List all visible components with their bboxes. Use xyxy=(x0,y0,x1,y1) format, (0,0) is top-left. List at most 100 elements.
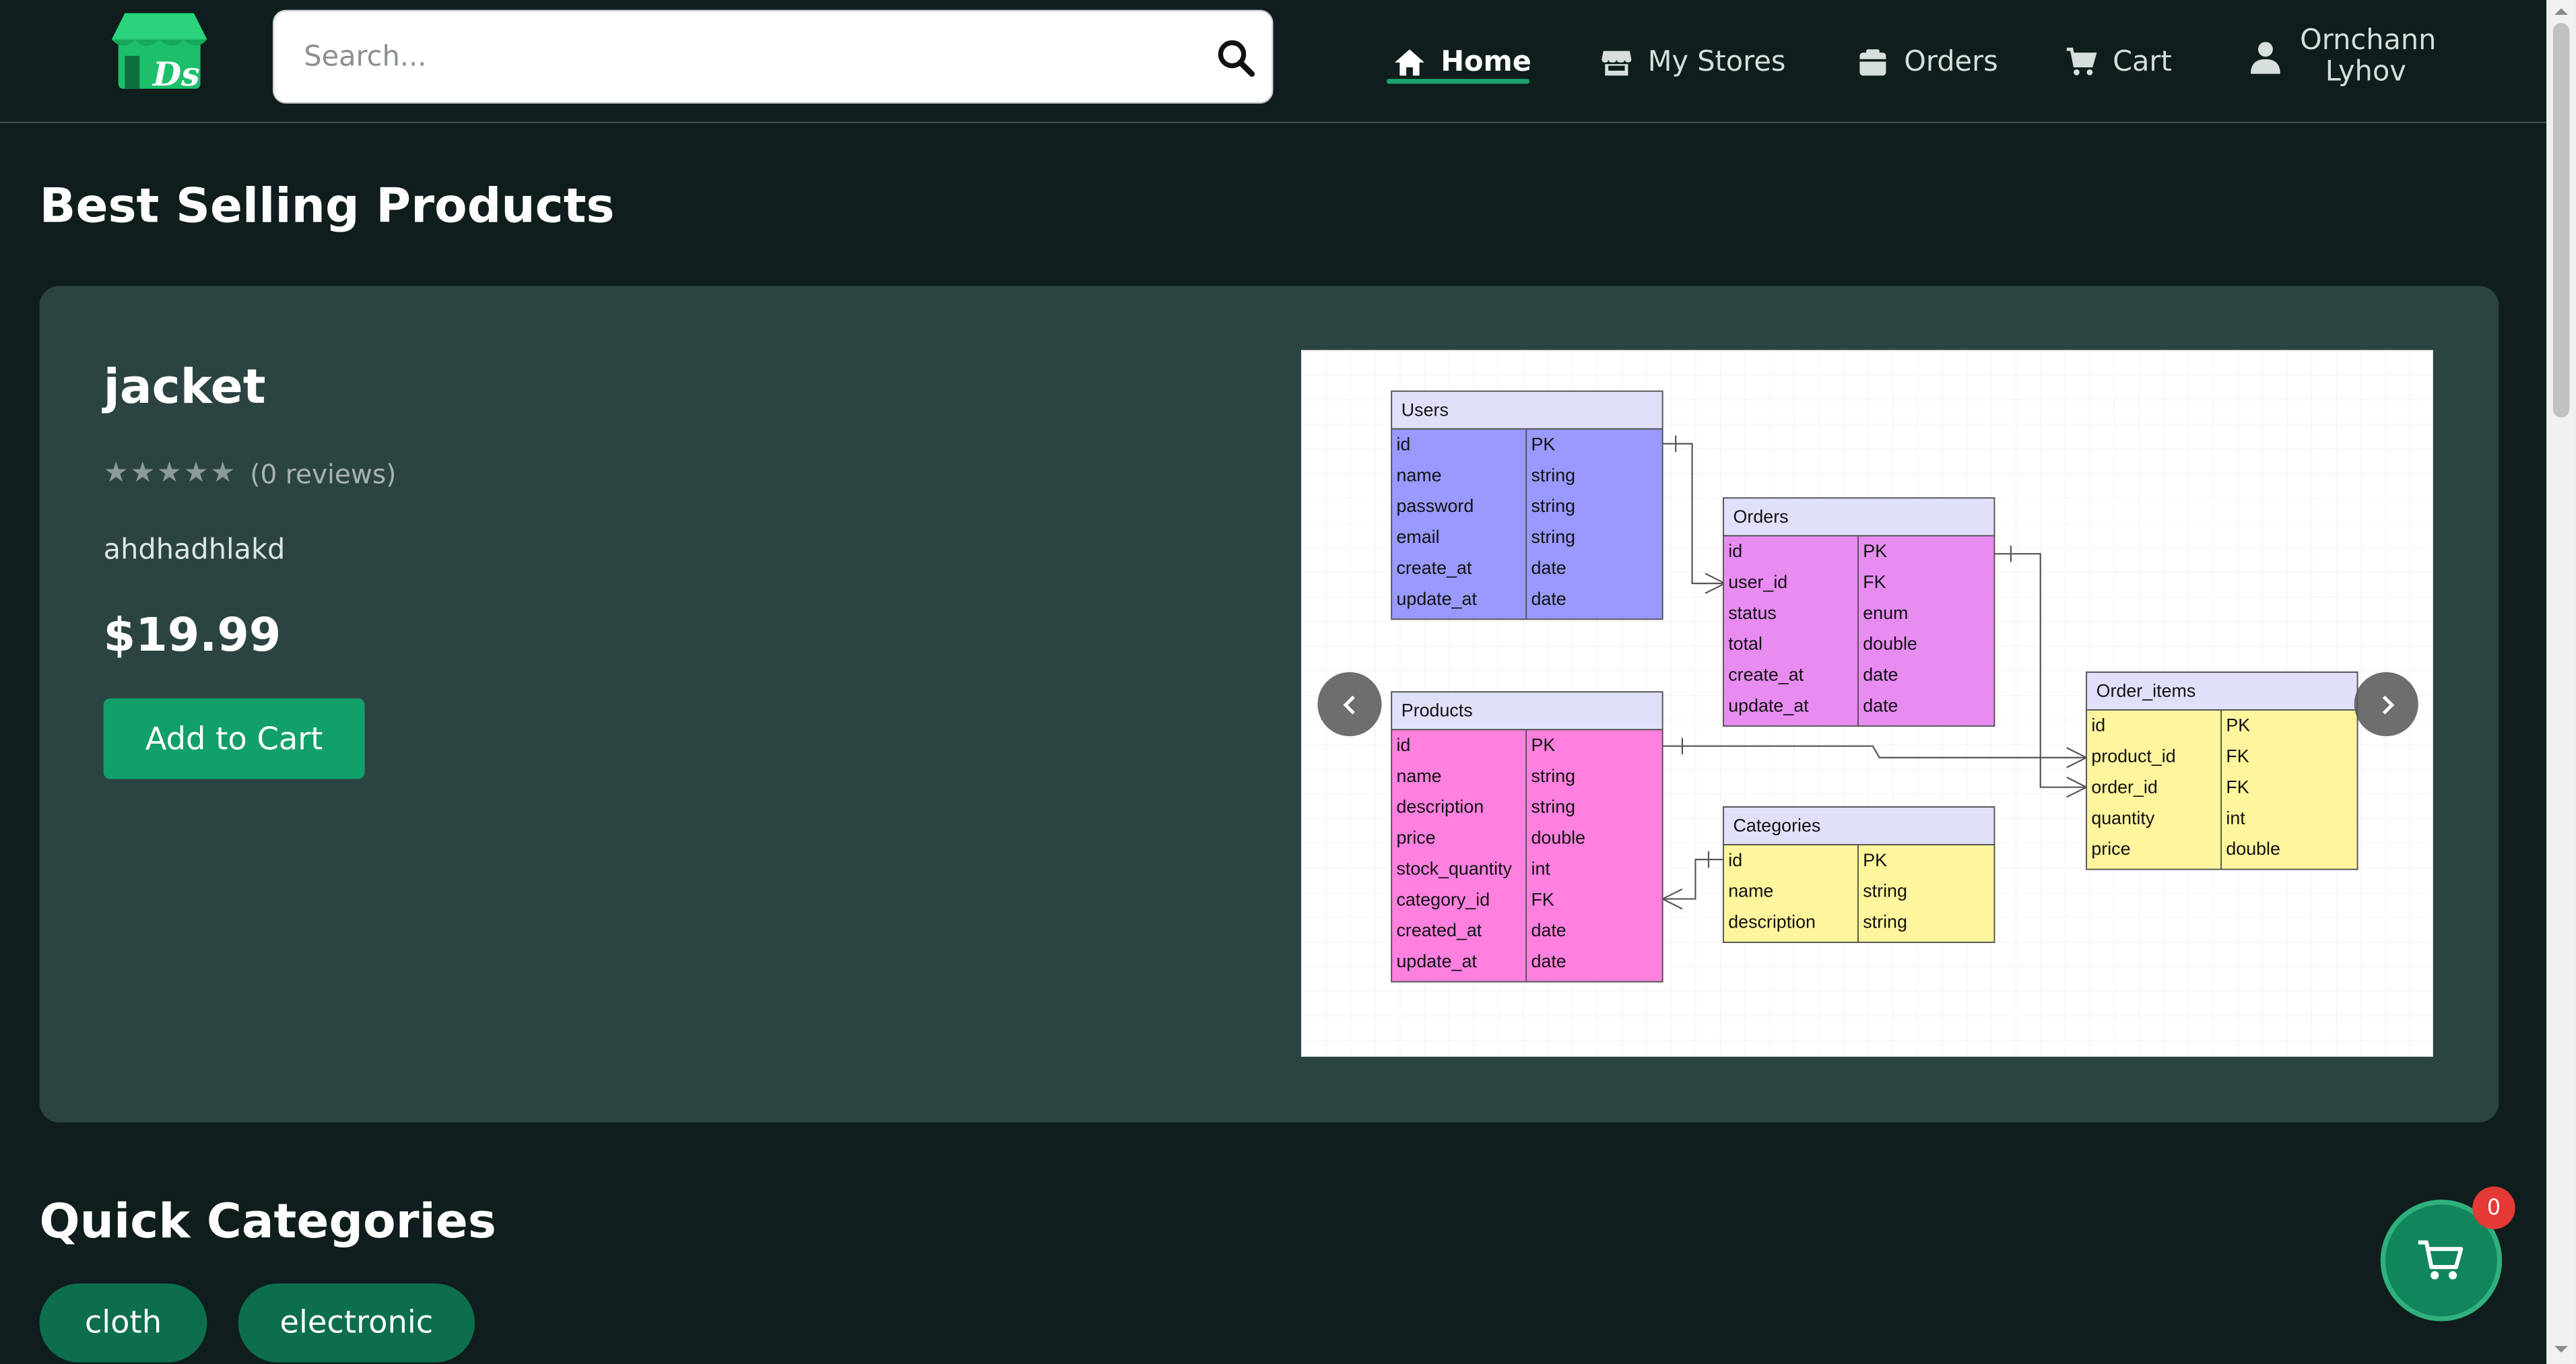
erd-field-type: PK xyxy=(1863,541,1887,561)
category-chip-cloth[interactable]: cloth xyxy=(39,1283,207,1363)
erd-field-type: FK xyxy=(2226,746,2249,767)
product-rating: ★★★★★ (0 reviews) xyxy=(104,457,397,490)
scroll-up-icon[interactable] xyxy=(2553,3,2569,20)
erd-field-name: created_at xyxy=(1396,920,1482,940)
erd-field-name: update_at xyxy=(1396,589,1477,609)
erd-field-name: create_at xyxy=(1396,558,1472,578)
erd-field-type: date xyxy=(1531,558,1566,578)
erd-field-name: category_id xyxy=(1396,889,1490,909)
erd-field-name: id xyxy=(1396,735,1410,755)
erd-field-name: description xyxy=(1728,912,1816,932)
erd-table-categories: Categories id PK name string description strin… xyxy=(1722,806,1995,943)
erd-field-type: PK xyxy=(1531,434,1556,455)
scrollbar[interactable] xyxy=(2546,0,2576,1364)
erd-field-type: string xyxy=(1531,797,1576,817)
nav-cart[interactable]: Cart xyxy=(2065,40,2172,86)
store-icon xyxy=(1601,51,1632,76)
product-image: Users id PK name string password string email st… xyxy=(1301,350,2433,1057)
scroll-down-icon[interactable] xyxy=(2553,1341,2569,1357)
erd-field-name: quantity xyxy=(2091,808,2155,828)
erd-field-name: total xyxy=(1728,634,1762,654)
navbar: Ds Home My Stores Orders Cart xyxy=(0,0,2547,123)
erd-field-name: password xyxy=(1396,496,1474,516)
erd-field-type: double xyxy=(1863,634,1917,654)
erd-field-name: stock_quantity xyxy=(1396,858,1512,878)
nav-cart-label: Cart xyxy=(2113,46,2172,79)
product-name: jacket xyxy=(103,358,266,414)
erd-field-type: FK xyxy=(1531,889,1554,909)
user-name: Ornchann Lyhov xyxy=(2300,24,2437,89)
erd-table-users: Users id PK name string password string email st… xyxy=(1391,390,1663,620)
erd-table-title: Products xyxy=(1401,701,1473,721)
cart-icon xyxy=(2418,1240,2464,1280)
carousel-next-button[interactable] xyxy=(2354,672,2418,737)
erd-field-type: double xyxy=(2226,839,2280,859)
erd-field-name: product_id xyxy=(2091,746,2175,767)
erd-field-type: int xyxy=(1531,858,1551,878)
nav-my-stores-label: My Stores xyxy=(1647,46,1786,79)
best-selling-card: jacket ★★★★★ (0 reviews) ahdhadhlakd $19… xyxy=(39,286,2499,1123)
erd-field-name: status xyxy=(1728,603,1777,623)
erd-field-type: string xyxy=(1531,465,1576,485)
erd-field-type: date xyxy=(1863,665,1898,685)
erd-field-name: email xyxy=(1396,527,1439,547)
erd-field-type: FK xyxy=(2226,777,2249,797)
erd-table-orders: Orders id PK user_id FK status enum total double… xyxy=(1722,497,1995,727)
erd-table-title: Order_items xyxy=(2096,680,2196,701)
user-icon xyxy=(2250,42,2280,74)
erd-field-name: id xyxy=(1728,541,1742,561)
erd-field-type: date xyxy=(1531,951,1566,971)
search-icon[interactable] xyxy=(1216,38,1255,77)
erd-field-name: id xyxy=(2091,715,2105,736)
nav-my-stores[interactable]: My Stores xyxy=(1600,40,1785,86)
erd-field-type: string xyxy=(1531,496,1576,516)
erd-field-type: PK xyxy=(1531,735,1556,755)
best-selling-title: Best Selling Products xyxy=(39,177,615,234)
erd-field-type: string xyxy=(1863,881,1907,901)
erd-field-type: PK xyxy=(1863,850,1887,870)
erd-field-name: name xyxy=(1396,766,1441,786)
logo[interactable]: Ds xyxy=(108,10,210,92)
erd-field-name: update_at xyxy=(1728,695,1809,715)
erd-field-type: date xyxy=(1531,589,1566,609)
chevron-left-icon xyxy=(1342,694,1354,714)
erd-field-name: update_at xyxy=(1396,951,1477,971)
erd-field-name: price xyxy=(2091,839,2130,859)
erd-field-name: price xyxy=(1396,828,1435,848)
erd-table-title: Users xyxy=(1401,399,1449,420)
user-menu[interactable]: Ornchann Lyhov xyxy=(2250,24,2437,89)
nav-orders-label: Orders xyxy=(1904,46,1998,79)
nav-orders[interactable]: Orders xyxy=(1857,40,1998,86)
erd-field-name: user_id xyxy=(1728,572,1787,592)
category-chip-electronic[interactable]: electronic xyxy=(238,1283,475,1363)
home-icon xyxy=(1395,49,1424,76)
search-input[interactable] xyxy=(304,24,1191,91)
product-description: ahdhadhlakd xyxy=(103,533,286,567)
erd-field-name: name xyxy=(1728,881,1773,901)
scroll-thumb[interactable] xyxy=(2552,23,2570,418)
erd-field-type: double xyxy=(1531,828,1586,848)
star-rating: ★★★★★ xyxy=(103,457,237,490)
erd-field-type: date xyxy=(1863,695,1898,715)
erd-field-type: FK xyxy=(1863,572,1886,592)
product-price: $19.99 xyxy=(103,608,282,663)
search-box xyxy=(272,9,1274,104)
add-to-cart-button[interactable]: Add to Cart xyxy=(103,698,365,779)
erd-diagram: Users id PK name string password string email st… xyxy=(1301,350,2433,1057)
erd-field-name: order_id xyxy=(2091,777,2157,797)
erd-field-type: PK xyxy=(2226,715,2250,736)
orders-icon xyxy=(1859,49,1886,76)
nav-home-label: Home xyxy=(1441,46,1531,79)
erd-table-order_items: Order_itemsid PK product_id FK order_id FK qua… xyxy=(2086,671,2358,870)
erd-field-type: string xyxy=(1863,912,1907,932)
quick-categories-title: Quick Categories xyxy=(39,1193,496,1249)
review-count: (0 reviews) xyxy=(250,457,397,489)
erd-table-title: Categories xyxy=(1733,816,1821,836)
erd-field-name: id xyxy=(1728,850,1742,870)
erd-field-type: date xyxy=(1531,920,1566,940)
cart-icon xyxy=(2066,47,2097,75)
erd-field-type: string xyxy=(1531,527,1576,547)
carousel-prev-button[interactable] xyxy=(1317,672,1382,737)
erd-field-name: id xyxy=(1396,434,1410,455)
erd-field-name: description xyxy=(1396,797,1484,817)
